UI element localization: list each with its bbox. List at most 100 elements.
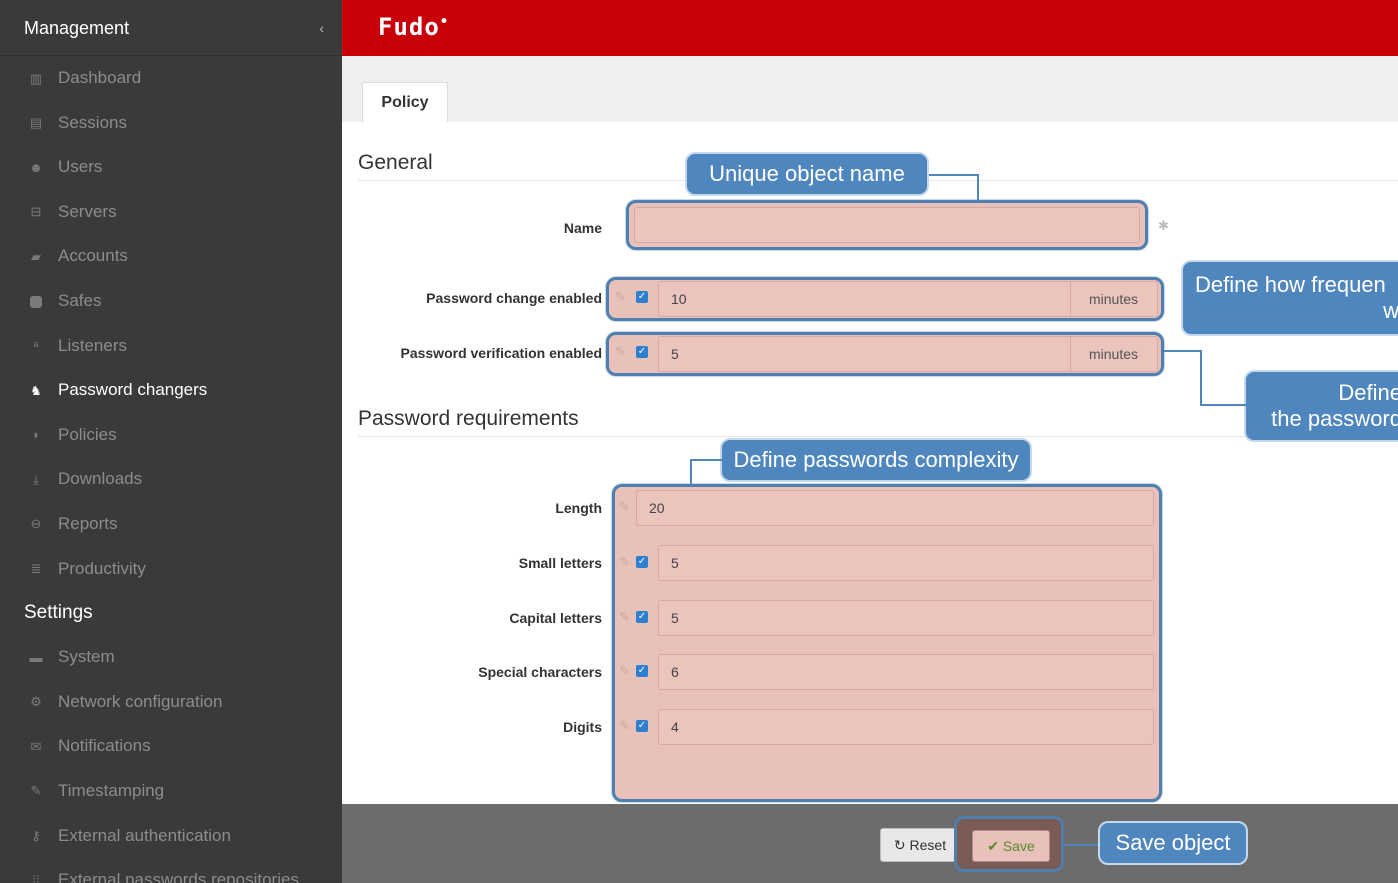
safe-icon xyxy=(24,293,48,309)
refresh-icon: ↻ xyxy=(893,837,910,853)
sidebar-item-notifications[interactable]: ✉ Notifications xyxy=(0,724,342,769)
special-characters-label: Special characters xyxy=(478,664,602,680)
sidebar-item-timestamping[interactable]: ✎ Timestamping xyxy=(0,769,342,814)
digits-input[interactable]: 4 xyxy=(658,709,1154,745)
cogs-icon: ⚙ xyxy=(30,694,42,710)
edit-icon[interactable]: ✎ xyxy=(615,289,626,305)
users-icon: ☻ xyxy=(29,159,43,175)
requirements-section-title: Password requirements xyxy=(358,407,579,430)
sidebar-item-accounts[interactable]: ▰ Accounts xyxy=(0,234,342,279)
edit-icon[interactable]: ✎ xyxy=(619,663,630,679)
sidebar-header: Management ‹ xyxy=(0,0,342,56)
edit-icon: ✎ xyxy=(30,783,42,799)
sidebar-item-label: Servers xyxy=(58,201,117,221)
tab-policy[interactable]: Policy xyxy=(362,82,448,122)
small-letters-input[interactable]: 5 xyxy=(658,545,1154,581)
check-icon: ✔ xyxy=(987,838,1003,854)
grid-icon: ⁞⁞ xyxy=(32,872,40,883)
sidebar-item-network-configuration[interactable]: ⚙ Network configuration xyxy=(0,680,342,725)
name-input[interactable] xyxy=(634,207,1140,243)
sidebar-item-label: System xyxy=(58,647,115,667)
requirements-highlight xyxy=(612,484,1162,802)
edit-icon[interactable]: ✎ xyxy=(619,554,630,570)
save-button[interactable]: ✔ Save xyxy=(972,830,1050,862)
password-verification-label: Password verification enabled xyxy=(400,345,602,361)
rss-icon: ᵃ xyxy=(33,338,39,354)
sidebar-item-label: Users xyxy=(58,157,103,177)
small-letters-checkbox[interactable]: ✓ xyxy=(636,556,648,568)
management-title: Management xyxy=(24,18,130,38)
length-label: Length xyxy=(555,500,602,516)
sidebar-item-system[interactable]: ▬ System xyxy=(0,635,342,680)
digits-label: Digits xyxy=(563,719,602,735)
capital-letters-input[interactable]: 5 xyxy=(658,600,1154,636)
sidebar-item-label: Password changers xyxy=(58,380,208,400)
sidebar-item-users[interactable]: ☻ Users xyxy=(0,145,342,190)
password-verification-checkbox[interactable]: ✓ xyxy=(636,346,648,358)
callout-verification: Define the password xyxy=(1244,370,1398,442)
callout-change-frequency: Define how frequen w xyxy=(1181,260,1398,336)
sidebar-item-policies[interactable]: ◗ Policies xyxy=(0,413,342,458)
length-input[interactable]: 20 xyxy=(636,490,1154,526)
edit-icon[interactable]: ✎ xyxy=(619,499,630,515)
special-characters-checkbox[interactable]: ✓ xyxy=(636,665,648,677)
capital-letters-label: Capital letters xyxy=(509,610,602,626)
sidebar-item-label: Policies xyxy=(58,424,117,444)
folder-icon: ▬ xyxy=(29,649,43,665)
sidebar-item-sessions[interactable]: ▤ Sessions xyxy=(0,101,342,146)
chevron-left-icon[interactable]: ‹ xyxy=(319,0,324,56)
callout-connector xyxy=(1064,844,1100,846)
sidebar-item-label: Accounts xyxy=(58,246,128,266)
small-letters-label: Small letters xyxy=(518,555,602,571)
callout-save: Save object xyxy=(1098,821,1248,865)
edit-icon[interactable]: ✎ xyxy=(615,344,626,360)
callout-complexity: Define passwords complexity xyxy=(720,438,1032,482)
fudo-logo[interactable]: Fudo• xyxy=(378,13,449,41)
sidebar-item-reports[interactable]: ⊖ Reports xyxy=(0,502,342,547)
name-label: Name xyxy=(563,220,602,236)
sidebar-item-password-changers[interactable]: ♞ Password changers xyxy=(0,368,342,413)
sidebar-item-downloads[interactable]: ⤓ Downloads xyxy=(0,457,342,502)
film-icon: ▤ xyxy=(29,115,43,131)
sidebar-item-label: Safes xyxy=(58,290,102,310)
reset-button[interactable]: ↻ Reset xyxy=(880,828,960,862)
callout-connector xyxy=(690,459,722,487)
book-icon: ▰ xyxy=(31,248,41,264)
sidebar-item-label: Network configuration xyxy=(58,691,223,711)
sidebar-item-label: Downloads xyxy=(58,469,143,489)
form-footer: ↻ Reset ✔ Save Save object xyxy=(342,804,1398,883)
sidebar-item-label: Listeners xyxy=(58,335,127,355)
password-change-unit: minutes xyxy=(1070,281,1156,317)
callout-connector xyxy=(1200,404,1246,406)
sidebar-item-label: Notifications xyxy=(58,736,151,756)
sidebar-item-external-passwords-repositories[interactable]: ⁞⁞ External passwords repositories xyxy=(0,858,342,883)
server-icon: ⊟ xyxy=(30,204,42,220)
shield-icon: ◗ xyxy=(32,427,40,443)
special-characters-input[interactable]: 6 xyxy=(658,654,1154,690)
sidebar-item-listeners[interactable]: ᵃ Listeners xyxy=(0,324,342,369)
sidebar-item-dashboard[interactable]: ▥ Dashboard xyxy=(0,56,342,101)
sitemap-icon: ♞ xyxy=(30,382,42,398)
sidebar-item-external-authentication[interactable]: ⚷ External authentication xyxy=(0,814,342,859)
sidebar-item-servers[interactable]: ⊟ Servers xyxy=(0,190,342,235)
sidebar-item-label: Timestamping xyxy=(58,780,165,800)
sidebar-item-label: External authentication xyxy=(58,825,231,845)
general-section-title: General xyxy=(358,151,433,174)
envelope-icon: ✉ xyxy=(30,738,42,754)
sidebar-item-productivity[interactable]: ≣ Productivity xyxy=(0,547,342,592)
sidebar-item-safes[interactable]: Safes xyxy=(0,279,342,324)
digits-checkbox[interactable]: ✓ xyxy=(636,720,648,732)
capital-letters-checkbox[interactable]: ✓ xyxy=(636,611,648,623)
password-change-checkbox[interactable]: ✓ xyxy=(636,291,648,303)
sidebar-item-label: External passwords repositories xyxy=(58,870,299,883)
edit-icon[interactable]: ✎ xyxy=(619,609,630,625)
divider xyxy=(358,436,1398,437)
list-icon: ≣ xyxy=(30,561,42,577)
password-change-label: Password change enabled xyxy=(426,290,602,306)
print-icon: ⊖ xyxy=(30,516,42,532)
sidebar-item-label: Reports xyxy=(58,513,118,533)
callout-connector xyxy=(929,174,979,201)
download-icon: ⤓ xyxy=(33,471,39,487)
edit-icon[interactable]: ✎ xyxy=(619,718,630,734)
sidebar-item-label: Sessions xyxy=(58,112,127,132)
